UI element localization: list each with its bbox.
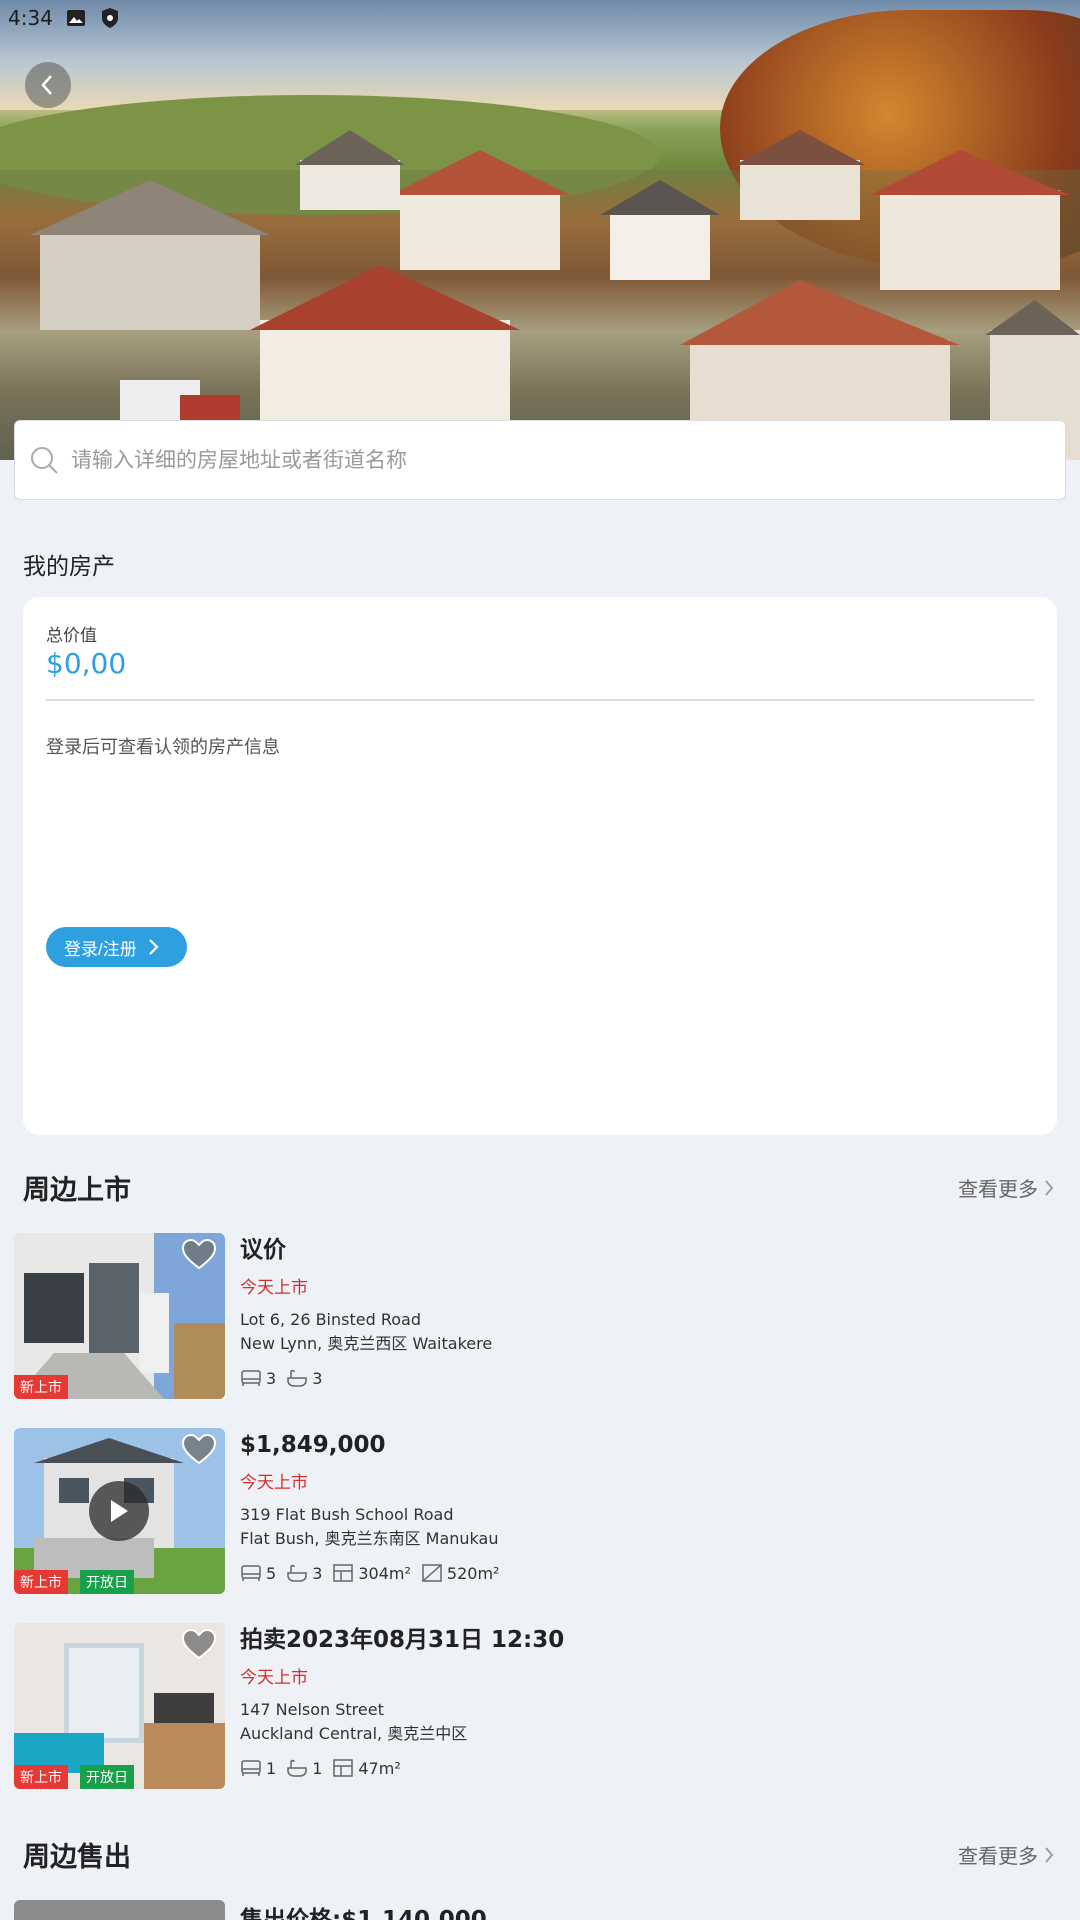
land-area-icon <box>422 1564 442 1582</box>
new-listing-tag: 新上市 <box>14 1375 68 1399</box>
divider <box>46 699 1034 701</box>
bathtub-icon <box>287 1564 307 1582</box>
listing-item[interactable]: 新上市 开放日 $1,849,000 今天上市 319 Flat Bush Sc… <box>14 1428 1066 1594</box>
favorite-heart-icon[interactable] <box>181 1239 217 1271</box>
open-home-tag: 开放日 <box>80 1570 134 1594</box>
nearby-listings-more[interactable]: 查看更多 <box>958 1173 1054 1202</box>
sold-listing-price[interactable]: 售出价格:$1,140,000 <box>240 1900 487 1920</box>
status-bar: 4:34 <box>0 0 1080 36</box>
login-register-label: 登录/注册 <box>64 939 137 959</box>
bathrooms: 3 <box>286 1368 322 1388</box>
bedrooms: 1 <box>240 1758 276 1778</box>
listing-item[interactable]: 新上市 议价 今天上市 Lot 6, 26 Binsted Road New L… <box>14 1233 1066 1399</box>
land-area-value: 520m² <box>446 1563 500 1583</box>
search-icon <box>31 447 58 474</box>
bedrooms-count: 3 <box>266 1368 277 1388</box>
listing-date: 今天上市 <box>240 1668 308 1688</box>
bathrooms: 1 <box>286 1758 322 1778</box>
listing-price: 议价 <box>240 1237 286 1263</box>
my-property-card: 总价值 $0,00 登录后可查看认领的房产信息 登录/注册 <box>23 597 1057 1135</box>
listing-price: 拍卖2023年08月31日 12:30 <box>240 1627 565 1653</box>
favorite-heart-icon[interactable] <box>181 1629 217 1661</box>
floor-area-value: 47m² <box>358 1758 401 1778</box>
floor-plan-icon <box>333 1564 354 1582</box>
listing-address-line2: Auckland Central, 奥克兰中区 <box>240 1724 468 1743</box>
my-property-title: 我的房产 <box>23 554 115 580</box>
listing-date: 今天上市 <box>240 1473 308 1493</box>
bathrooms-count: 3 <box>312 1563 323 1583</box>
search-bar[interactable] <box>14 420 1066 500</box>
play-icon <box>111 1500 128 1522</box>
play-video-button[interactable] <box>89 1481 149 1541</box>
new-listing-tag: 新上市 <box>14 1765 68 1789</box>
bedrooms-count: 5 <box>266 1563 277 1583</box>
listing-photo: 新上市 <box>14 1233 225 1399</box>
more-label: 查看更多 <box>958 1177 1038 1201</box>
listing-price: $1,849,000 <box>240 1432 386 1458</box>
listing-address-line1: 147 Nelson Street <box>240 1700 384 1719</box>
floor-area: 47m² <box>332 1758 401 1778</box>
favorite-heart-icon[interactable] <box>181 1434 217 1466</box>
bed-icon <box>241 1760 261 1776</box>
back-button[interactable] <box>25 62 71 108</box>
total-value-label: 总价值 <box>46 626 97 646</box>
open-home-tag: 开放日 <box>80 1765 134 1789</box>
bedrooms: 3 <box>240 1368 276 1388</box>
more-label: 查看更多 <box>958 1844 1038 1868</box>
chevron-left-icon <box>41 75 52 95</box>
chevron-right-icon <box>1045 1179 1054 1196</box>
sold-listing-photo[interactable] <box>14 1900 225 1920</box>
listing-item[interactable]: 新上市 开放日 拍卖2023年08月31日 12:30 今天上市 147 Nel… <box>14 1623 1066 1789</box>
nearby-sold-title: 周边售出 <box>23 1842 131 1873</box>
land-area: 520m² <box>421 1563 500 1583</box>
hero-image <box>0 0 1080 460</box>
image-icon <box>65 7 87 29</box>
listing-address-line1: Lot 6, 26 Binsted Road <box>240 1310 421 1329</box>
login-register-button[interactable]: 登录/注册 <box>46 927 187 967</box>
search-input[interactable] <box>71 448 971 472</box>
status-time: 4:34 <box>8 6 53 30</box>
bathtub-icon <box>287 1759 307 1777</box>
bed-icon <box>241 1565 261 1581</box>
floor-area-value: 304m² <box>358 1563 411 1583</box>
bathrooms-count: 3 <box>312 1368 323 1388</box>
listing-address-line2: New Lynn, 奥克兰西区 Waitakere <box>240 1334 493 1353</box>
shield-icon <box>99 7 121 29</box>
listing-address-line2: Flat Bush, 奥克兰东南区 Manukau <box>240 1529 499 1548</box>
floor-plan-icon <box>333 1759 354 1777</box>
floor-area: 304m² <box>332 1563 411 1583</box>
listing-address-line1: 319 Flat Bush School Road <box>240 1505 454 1524</box>
listing-date: 今天上市 <box>240 1278 308 1298</box>
listing-photo: 新上市 开放日 <box>14 1623 225 1789</box>
new-listing-tag: 新上市 <box>14 1570 68 1594</box>
listing-photo: 新上市 开放日 <box>14 1428 225 1594</box>
bathrooms-count: 1 <box>312 1758 323 1778</box>
bathtub-icon <box>287 1369 307 1387</box>
total-value: $0,00 <box>46 647 127 680</box>
bedrooms-count: 1 <box>266 1758 277 1778</box>
chevron-right-icon <box>1045 1846 1054 1863</box>
bathrooms: 3 <box>286 1563 322 1583</box>
login-hint: 登录后可查看认领的房产信息 <box>46 737 280 758</box>
bedrooms: 5 <box>240 1563 276 1583</box>
nearby-listings-title: 周边上市 <box>23 1175 131 1206</box>
bed-icon <box>241 1370 261 1386</box>
nearby-sold-more[interactable]: 查看更多 <box>958 1840 1054 1869</box>
chevron-right-icon <box>148 939 159 955</box>
